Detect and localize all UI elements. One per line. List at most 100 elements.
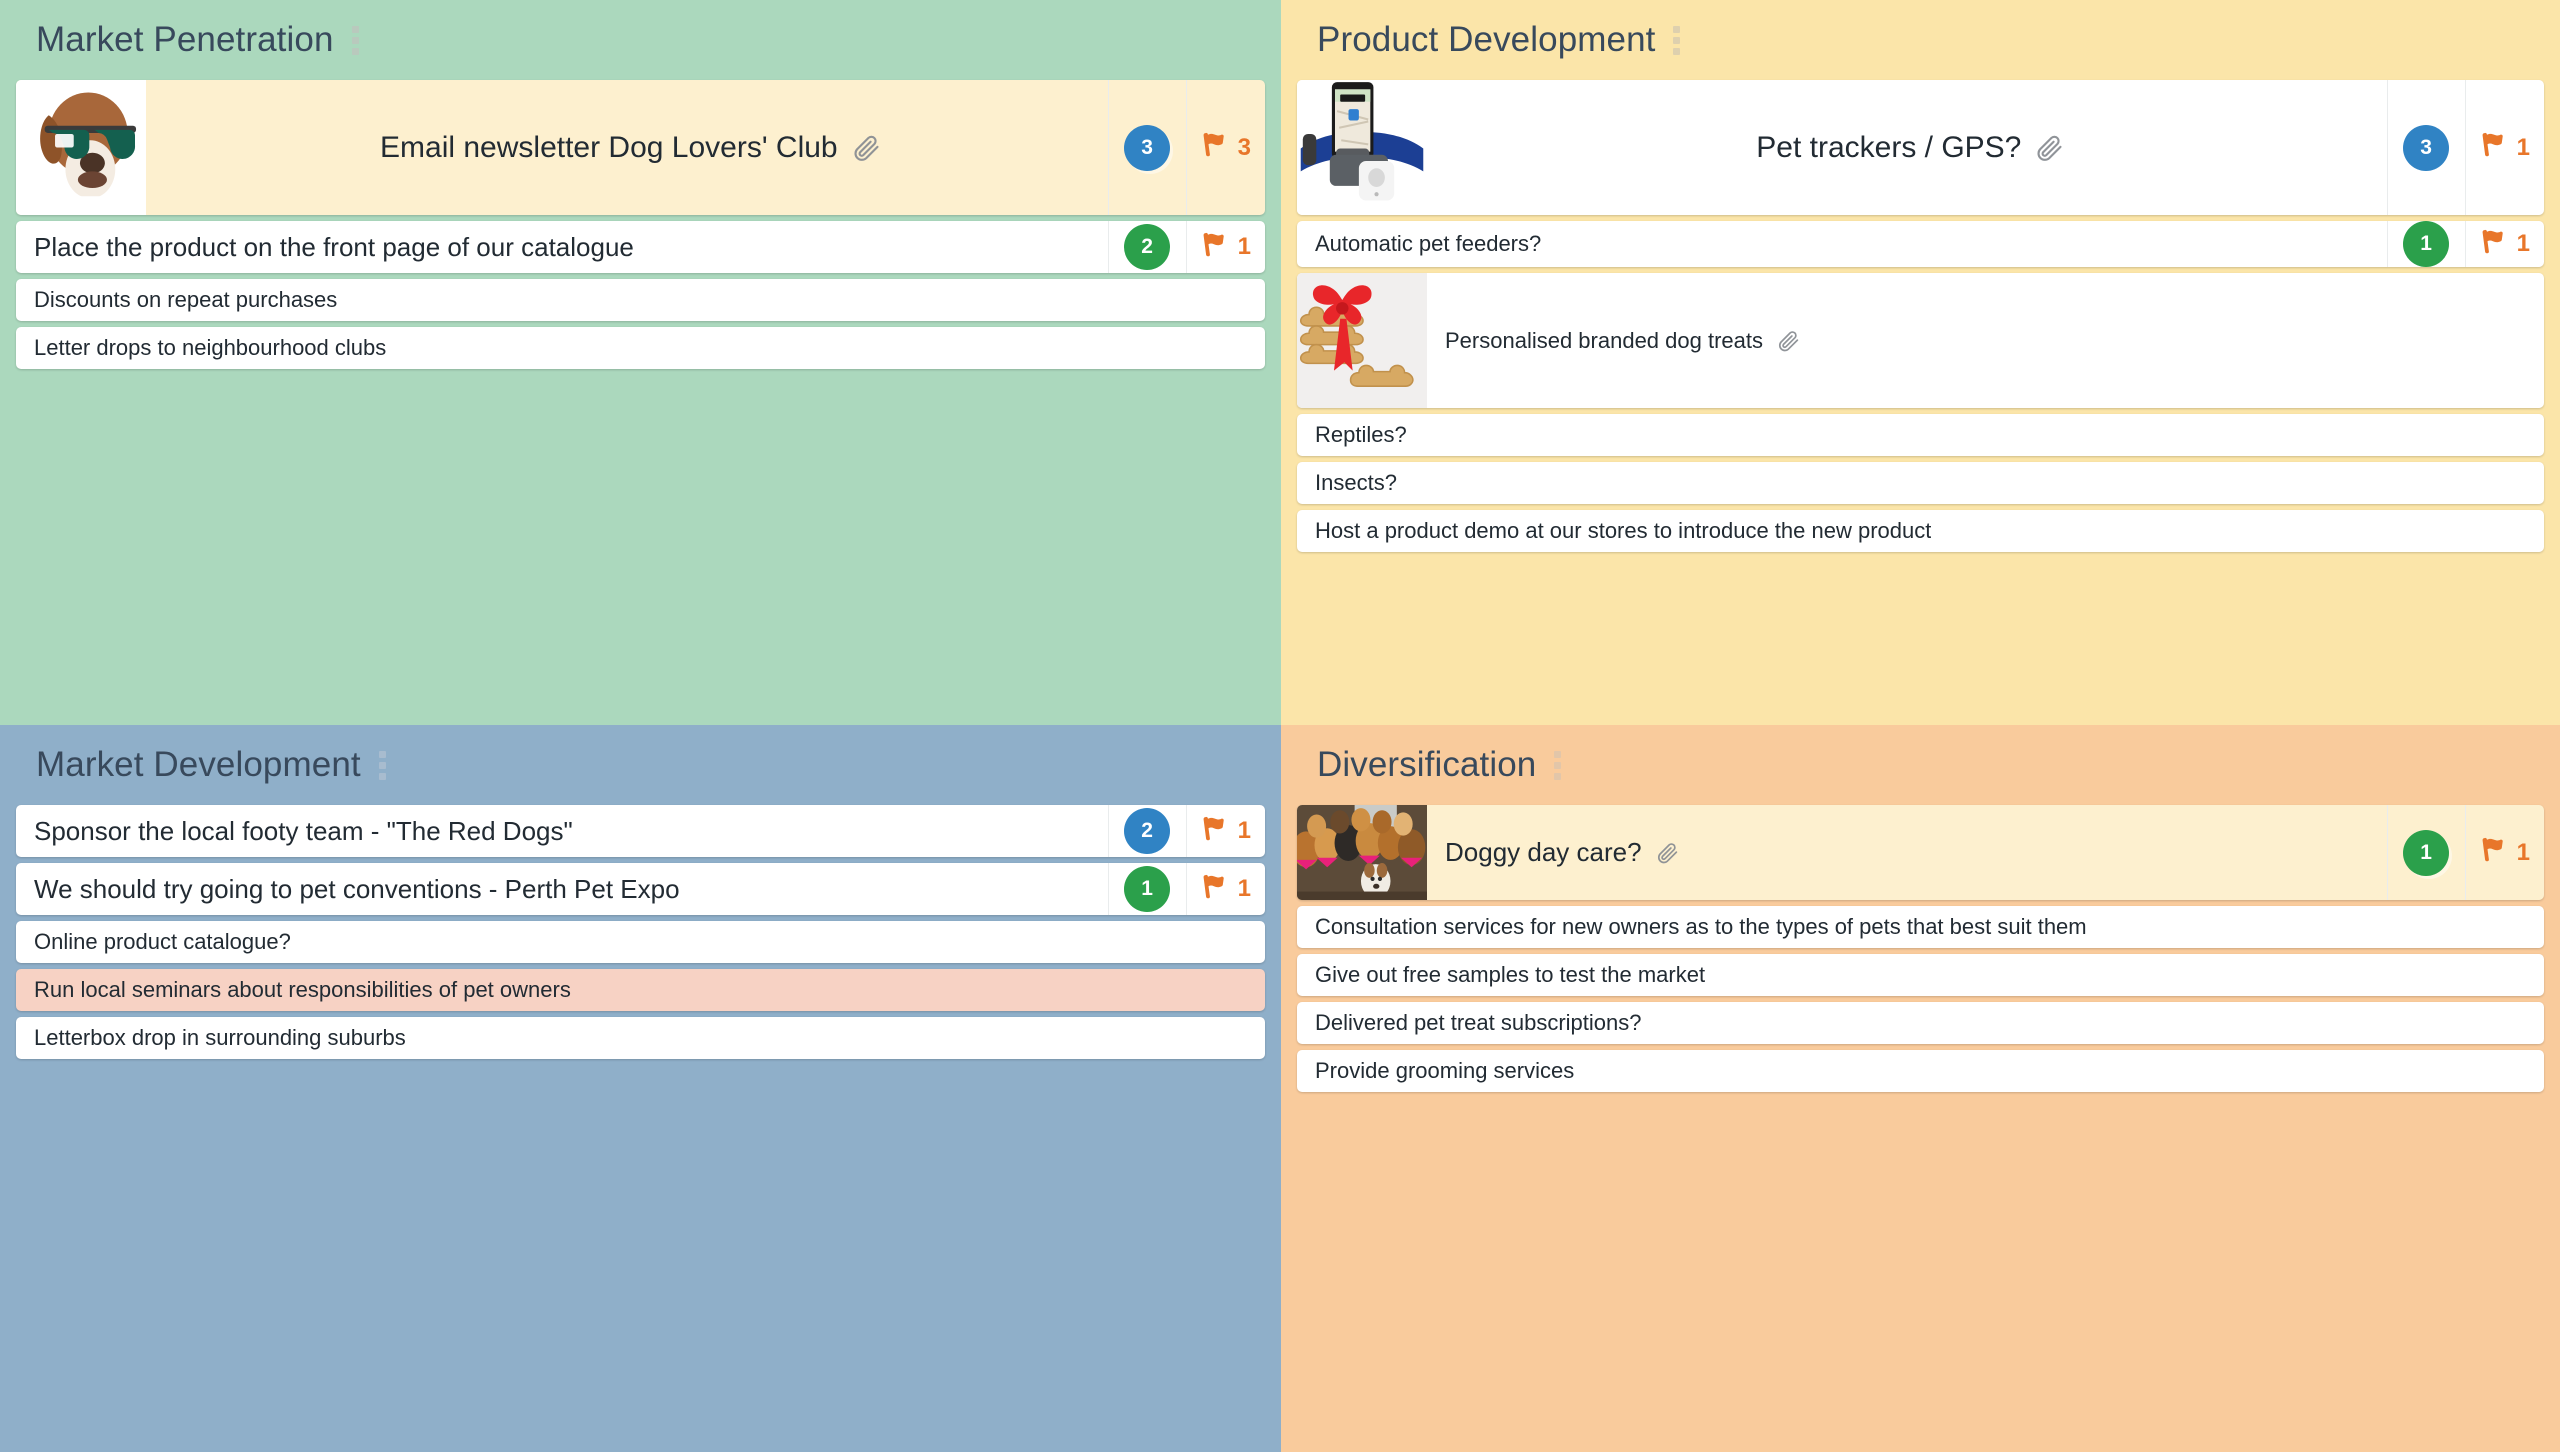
flag-icon [1201, 873, 1231, 906]
card-title: Online product catalogue? [34, 929, 291, 955]
card-body: Run local seminars about responsibilitie… [16, 969, 1265, 1011]
card[interactable]: Delivered pet treat subscriptions? [1297, 1002, 2544, 1044]
flag-wrapper: 1 [1201, 231, 1251, 264]
vote-count-badge: 3 [1124, 124, 1171, 171]
flag-cell[interactable]: 1 [1185, 863, 1265, 915]
card-title: Letter drops to neighbourhood clubs [34, 335, 387, 361]
card-body: Delivered pet treat subscriptions? [1297, 1002, 2544, 1044]
vote-count-badge: 2 [1124, 808, 1171, 854]
kebab-menu-icon[interactable] [1667, 22, 1686, 59]
quadrant-market-penetration: Market Penetration Email newsletter Dog L… [0, 0, 1281, 725]
vote-count-badge: 1 [2403, 221, 2450, 267]
card[interactable]: Run local seminars about responsibilitie… [16, 969, 1265, 1011]
card[interactable]: Online product catalogue? [16, 921, 1265, 963]
card-body: Reptiles? [1297, 414, 2544, 456]
card-body: Online product catalogue? [16, 921, 1265, 963]
kebab-menu-icon[interactable] [373, 747, 392, 784]
card-body: Letter drops to neighbourhood clubs [16, 327, 1265, 369]
flag-count: 1 [2516, 230, 2530, 257]
card[interactable]: Automatic pet feeders? 1 1 [1297, 221, 2544, 267]
card[interactable]: Pet trackers / GPS? 3 1 [1297, 80, 2544, 215]
paperclip-icon[interactable] [1656, 841, 1680, 865]
vote-cell[interactable]: 2 [1107, 221, 1186, 273]
flag-cell[interactable]: 1 [2464, 80, 2544, 215]
flag-wrapper: 1 [2480, 131, 2530, 164]
flag-count: 1 [1237, 875, 1251, 902]
card-title: We should try going to pet conventions -… [34, 873, 680, 904]
card[interactable]: Discounts on repeat purchases [16, 279, 1265, 321]
vote-cell[interactable]: 2 [1107, 805, 1186, 857]
card-thumbnail-dog-treats-with-bow [1297, 273, 1430, 408]
flag-count: 1 [1237, 817, 1251, 844]
kebab-menu-icon[interactable] [346, 22, 365, 59]
card[interactable]: Insects? [1297, 462, 2544, 504]
card-list: Pet trackers / GPS? 3 1 Automatic pet feede… [1297, 80, 2544, 552]
paperclip-icon[interactable] [2035, 133, 2065, 163]
card-title: Consultation services for new owners as … [1315, 914, 2087, 940]
card[interactable]: We should try going to pet conventions -… [16, 863, 1265, 915]
card-body: Personalised branded dog treats [1427, 273, 2544, 408]
card-body: Pet trackers / GPS? [1427, 80, 2387, 215]
card-body: Email newsletter Dog Lovers' Club [146, 80, 1108, 215]
card-title: Email newsletter Dog Lovers' Club [380, 130, 838, 164]
card[interactable]: Host a product demo at our stores to int… [1297, 510, 2544, 552]
card-body: We should try going to pet conventions -… [16, 863, 1108, 915]
flag-icon [2480, 836, 2510, 869]
card[interactable]: Place the product on the front page of o… [16, 221, 1265, 273]
quadrant-header-market-penetration: Market Penetration [16, 0, 1265, 80]
vote-cell[interactable]: 1 [2386, 221, 2465, 267]
vote-count-badge: 2 [1124, 224, 1171, 270]
card-title: Give out free samples to test the market [1315, 962, 1706, 988]
card-title: Run local seminars about responsibilitie… [34, 977, 571, 1003]
card-body: Give out free samples to test the market [1297, 954, 2544, 996]
paperclip-icon[interactable] [852, 133, 882, 163]
card[interactable]: Consultation services for new owners as … [1297, 906, 2544, 948]
card[interactable]: Doggy day care? 1 1 [1297, 805, 2544, 900]
card[interactable]: Personalised branded dog treats [1297, 273, 2544, 408]
card-body: Sponsor the local footy team - "The Red … [16, 805, 1108, 857]
flag-count: 1 [2516, 133, 2530, 161]
card-meta: 33 [1107, 80, 1265, 215]
quadrant-header-product-development: Product Development [1297, 0, 2544, 80]
vote-cell[interactable]: 1 [2386, 805, 2465, 900]
vote-cell[interactable]: 3 [1107, 80, 1186, 215]
card[interactable]: Letterbox drop in surrounding suburbs [16, 1017, 1265, 1059]
flag-wrapper: 1 [2480, 836, 2530, 869]
flag-cell[interactable]: 3 [1185, 80, 1265, 215]
card-title: Place the product on the front page of o… [34, 231, 634, 262]
card-title: Sponsor the local footy team - "The Red … [34, 815, 573, 846]
card[interactable]: Letter drops to neighbourhood clubs [16, 327, 1265, 369]
flag-wrapper: 1 [1201, 815, 1251, 848]
card-body: Insects? [1297, 462, 2544, 504]
flag-count: 1 [2516, 838, 2530, 866]
card-body: Letterbox drop in surrounding suburbs [16, 1017, 1265, 1059]
flag-cell[interactable]: 1 [2464, 221, 2544, 267]
card-title: Personalised branded dog treats [1445, 327, 1763, 353]
flag-cell[interactable]: 1 [1185, 221, 1265, 273]
paperclip-icon[interactable] [1777, 329, 1801, 353]
flag-cell[interactable]: 1 [2464, 805, 2544, 900]
card[interactable]: Email newsletter Dog Lovers' Club 3 3 [16, 80, 1265, 215]
card-list: Email newsletter Dog Lovers' Club 3 3 Place… [16, 80, 1265, 369]
card[interactable]: Reptiles? [1297, 414, 2544, 456]
vote-cell[interactable]: 3 [2386, 80, 2465, 215]
vote-count-badge: 1 [2403, 829, 2450, 876]
card-title: Insects? [1315, 470, 1397, 496]
flag-cell[interactable]: 1 [1185, 805, 1265, 857]
card-body: Provide grooming services [1297, 1050, 2544, 1092]
card-title: Doggy day care? [1445, 837, 1642, 868]
card-meta: 31 [2386, 80, 2544, 215]
card[interactable]: Sponsor the local footy team - "The Red … [16, 805, 1265, 857]
card[interactable]: Provide grooming services [1297, 1050, 2544, 1092]
quadrant-market-development: Market Development Sponsor the local foot… [0, 725, 1281, 1452]
kebab-menu-icon[interactable] [1548, 747, 1567, 784]
card-body: Automatic pet feeders? [1297, 221, 2387, 267]
card-meta: 11 [1107, 863, 1265, 915]
quadrant-title: Market Penetration [36, 20, 334, 59]
card-body: Consultation services for new owners as … [1297, 906, 2544, 948]
card-body: Place the product on the front page of o… [16, 221, 1108, 273]
flag-wrapper: 3 [1201, 131, 1251, 164]
card-meta: 11 [2386, 805, 2544, 900]
vote-cell[interactable]: 1 [1107, 863, 1186, 915]
card[interactable]: Give out free samples to test the market [1297, 954, 2544, 996]
